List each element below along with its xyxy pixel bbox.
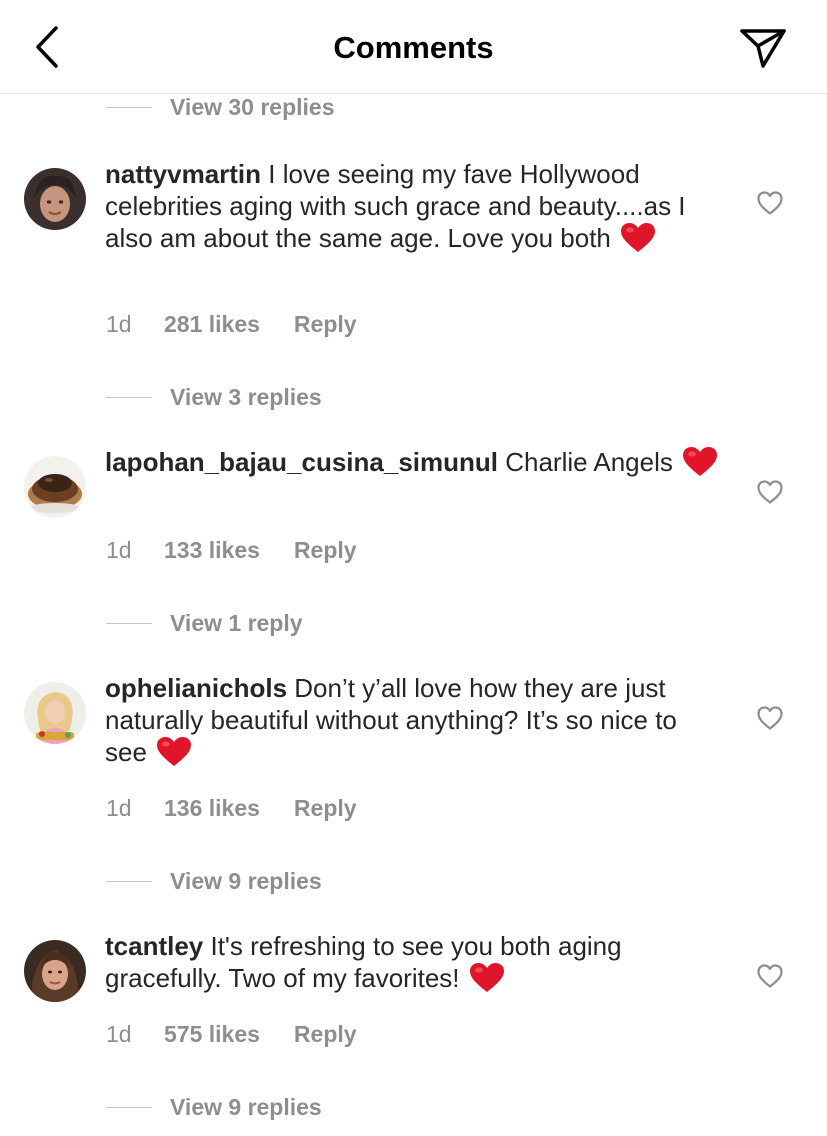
- like-button[interactable]: [756, 963, 784, 989]
- comment-username[interactable]: nattyvmartin: [105, 159, 261, 189]
- like-button[interactable]: [756, 190, 784, 216]
- reply-button[interactable]: Reply: [294, 1021, 357, 1048]
- comment-time: 1d: [106, 537, 132, 563]
- view-replies-label: View 3 replies: [170, 383, 322, 410]
- red-heart-emoji: [683, 447, 718, 476]
- like-button[interactable]: [756, 479, 784, 505]
- view-replies-label: View 9 replies: [170, 1093, 322, 1120]
- view-replies-button[interactable]: View 1 reply: [106, 608, 303, 638]
- comment-meta: 1d 575 likes Reply: [106, 1021, 357, 1048]
- page-title: Comments: [333, 30, 494, 65]
- comment-time: 1d: [106, 1021, 132, 1047]
- view-replies-label: View 9 replies: [170, 867, 322, 894]
- reply-thread-line: [106, 396, 152, 398]
- avatar[interactable]: [24, 682, 86, 744]
- reply-thread-line: [106, 106, 152, 108]
- avatar[interactable]: [24, 940, 86, 1002]
- comment-body: ophelianichols Don’t y’all love how they…: [105, 672, 725, 768]
- comment-body: nattyvmartin I love seeing my fave Holly…: [105, 158, 725, 254]
- heart-outline-icon: [757, 706, 783, 730]
- comment-username[interactable]: ophelianichols: [105, 673, 287, 703]
- red-heart-emoji: [157, 737, 192, 766]
- view-replies-button[interactable]: View 30 replies: [106, 92, 335, 122]
- reply-thread-line: [106, 880, 152, 882]
- heart-outline-icon: [757, 964, 783, 988]
- comment-meta: 1d 133 likes Reply: [106, 537, 357, 564]
- reply-button[interactable]: Reply: [294, 795, 357, 822]
- comment-meta: 1d 136 likes Reply: [106, 795, 357, 822]
- like-button[interactable]: [756, 705, 784, 731]
- header-bar: Comments: [0, 0, 827, 94]
- paper-plane-icon: [740, 29, 786, 68]
- view-replies-label: View 1 reply: [170, 609, 303, 636]
- comment-username[interactable]: tcantley: [105, 931, 203, 961]
- comment-likes[interactable]: 575 likes: [164, 1021, 260, 1048]
- reply-button[interactable]: Reply: [294, 537, 357, 564]
- view-replies-button[interactable]: View 3 replies: [106, 382, 322, 412]
- reply-button[interactable]: Reply: [294, 311, 357, 338]
- heart-outline-icon: [757, 191, 783, 215]
- avatar[interactable]: [24, 168, 86, 230]
- comment-likes[interactable]: 133 likes: [164, 537, 260, 564]
- heart-outline-icon: [757, 480, 783, 504]
- avatar[interactable]: [24, 456, 86, 518]
- comment-likes[interactable]: 281 likes: [164, 311, 260, 338]
- comment-time: 1d: [106, 795, 132, 821]
- share-button[interactable]: [738, 26, 788, 70]
- comment-time: 1d: [106, 311, 132, 337]
- red-heart-emoji: [469, 963, 504, 992]
- view-replies-label: View 30 replies: [170, 93, 335, 120]
- reply-thread-line: [106, 622, 152, 624]
- comment-meta: 1d 281 likes Reply: [106, 311, 357, 338]
- comment-body: lapohan_bajau_cusina_simunul Charlie Ang…: [105, 446, 725, 478]
- comment-likes[interactable]: 136 likes: [164, 795, 260, 822]
- comment-body: tcantley It's refreshing to see you both…: [105, 930, 725, 994]
- comment-text: Charlie Angels: [498, 447, 681, 477]
- view-replies-button[interactable]: View 9 replies: [106, 1092, 322, 1122]
- reply-thread-line: [106, 1106, 152, 1108]
- red-heart-emoji: [621, 223, 656, 252]
- view-replies-button[interactable]: View 9 replies: [106, 866, 322, 896]
- comment-username[interactable]: lapohan_bajau_cusina_simunul: [105, 447, 498, 477]
